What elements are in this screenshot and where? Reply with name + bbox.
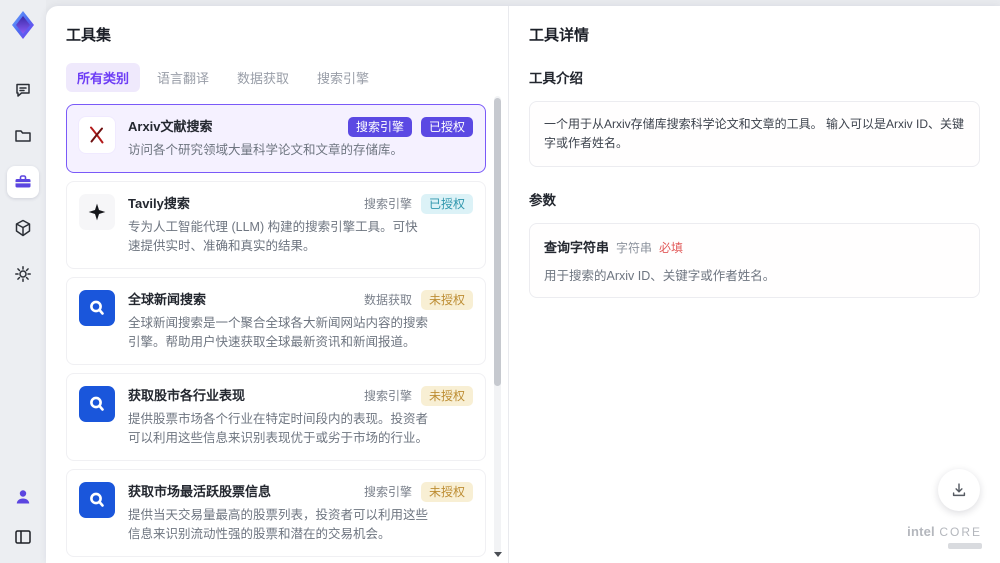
collapse-panel-icon[interactable] — [7, 521, 39, 553]
auth-status-badge: 未授权 — [420, 482, 473, 502]
nav-chat-icon[interactable] — [7, 74, 39, 106]
param-description: 用于搜索的Arxiv ID、关键字或作者姓名。 — [544, 269, 776, 284]
tool-item-global-news[interactable]: 全球新闻搜索 数据获取 未授权 全球新闻搜索是一个聚合全球各大新闻网站内容的搜索… — [66, 277, 486, 365]
scroll-down-arrow-icon[interactable] — [494, 552, 502, 557]
auth-status-badge: 未授权 — [420, 290, 473, 310]
tool-description: 专为人工智能代理 (LLM) 构建的搜索引擎工具。可快速提供实时、准确和真实的结… — [128, 220, 418, 253]
tools-panel: 工具集 所有类别 语言翻译 数据获取 搜索引擎 Arxiv文献搜索 搜索引擎 已… — [46, 6, 509, 563]
params-heading: 参数 — [529, 193, 556, 209]
main-card: 工具集 所有类别 语言翻译 数据获取 搜索引擎 Arxiv文献搜索 搜索引擎 已… — [46, 6, 1000, 563]
tool-item-arxiv[interactable]: Arxiv文献搜索 搜索引擎 已授权 访问各个研究领域大量科学论文和文章的存储库… — [66, 104, 486, 173]
category-badge: 搜索引擎 — [363, 197, 412, 211]
param-name: 查询字符串 — [544, 240, 610, 256]
blue-search-app-icon — [79, 290, 115, 326]
tool-item-active-stocks[interactable]: 获取市场最活跃股票信息 搜索引擎 未授权 提供当天交易量最高的股票列表，投资者可… — [66, 469, 486, 557]
intel-wordmark: intel — [907, 524, 935, 539]
details-title: 工具详情 — [529, 27, 590, 44]
tool-title: Tavily搜索 — [128, 196, 190, 211]
left-rail — [0, 0, 46, 563]
nav-toolbox-icon[interactable] — [7, 166, 39, 198]
auth-status-badge: 已授权 — [420, 194, 473, 214]
blue-search-app-icon — [79, 386, 115, 422]
tool-list: Arxiv文献搜索 搜索引擎 已授权 访问各个研究领域大量科学论文和文章的存储库… — [66, 104, 508, 563]
tab-data-fetch[interactable]: 数据获取 — [226, 63, 300, 92]
sparkle-icon — [79, 194, 115, 230]
auth-status-badge: 未授权 — [420, 386, 473, 406]
tool-item-stock-sector[interactable]: 获取股市各行业表现 搜索引擎 未授权 提供股票市场各个行业在特定时间段内的表现。… — [66, 373, 486, 461]
download-button[interactable] — [938, 469, 980, 511]
list-scrollbar[interactable] — [494, 96, 502, 557]
nav-cube-icon[interactable] — [7, 212, 39, 244]
core-wordmark: CORE — [939, 525, 982, 539]
scrollbar-thumb[interactable] — [494, 98, 501, 386]
intro-heading: 工具介绍 — [529, 71, 583, 86]
auth-status-badge: 已授权 — [420, 117, 473, 137]
tool-description: 访问各个研究领域大量科学论文和文章的存储库。 — [128, 143, 404, 157]
user-avatar-icon[interactable] — [7, 481, 39, 513]
brand-sub-mark — [948, 543, 982, 549]
tool-title: Arxiv文献搜索 — [128, 119, 213, 134]
tool-title: 全球新闻搜索 — [128, 292, 207, 307]
blue-search-app-icon — [79, 482, 115, 518]
tab-language-translation[interactable]: 语言翻译 — [146, 63, 220, 92]
tab-all-categories[interactable]: 所有类别 — [66, 63, 141, 92]
tab-search-engine[interactable]: 搜索引擎 — [306, 63, 380, 92]
intel-core-logo: intel CORE — [907, 524, 982, 549]
nav-settings-icon[interactable] — [7, 258, 39, 290]
page-title: 工具集 — [66, 27, 112, 44]
app-logo-gem-icon — [9, 10, 37, 40]
arxiv-icon — [79, 117, 115, 153]
category-badge: 搜索引擎 — [347, 117, 412, 137]
tool-title: 获取市场最活跃股票信息 — [128, 484, 272, 499]
tool-intro-box: 一个用于从Arxiv存储库搜索科学论文和文章的工具。 输入可以是Arxiv ID… — [529, 101, 980, 168]
tool-details-panel: 工具详情 工具介绍 一个用于从Arxiv存储库搜索科学论文和文章的工具。 输入可… — [509, 6, 1000, 563]
tool-description: 全球新闻搜索是一个聚合全球各大新闻网站内容的搜索引擎。帮助用户快速获取全球最新资… — [128, 316, 429, 349]
param-required-flag: 必填 — [659, 241, 684, 256]
category-badge: 搜索引擎 — [363, 389, 412, 403]
tool-description: 提供股票市场各个行业在特定时间段内的表现。投资者可以利用这些信息来识别表现优于或… — [128, 412, 429, 445]
category-badge: 搜索引擎 — [363, 485, 412, 499]
parameter-box: 查询字符串 字符串 必填 用于搜索的Arxiv ID、关键字或作者姓名。 — [529, 223, 980, 299]
param-type: 字符串 — [616, 241, 653, 256]
category-badge: 数据获取 — [363, 293, 412, 307]
nav-folder-icon[interactable] — [7, 120, 39, 152]
tool-item-tavily[interactable]: Tavily搜索 搜索引擎 已授权 专为人工智能代理 (LLM) 构建的搜索引擎… — [66, 181, 486, 269]
category-tabs: 所有类别 语言翻译 数据获取 搜索引擎 — [66, 63, 508, 92]
tool-description: 提供当天交易量最高的股票列表，投资者可以利用这些信息来识别流动性强的股票和潜在的… — [128, 508, 429, 541]
tool-title: 获取股市各行业表现 — [128, 388, 246, 403]
